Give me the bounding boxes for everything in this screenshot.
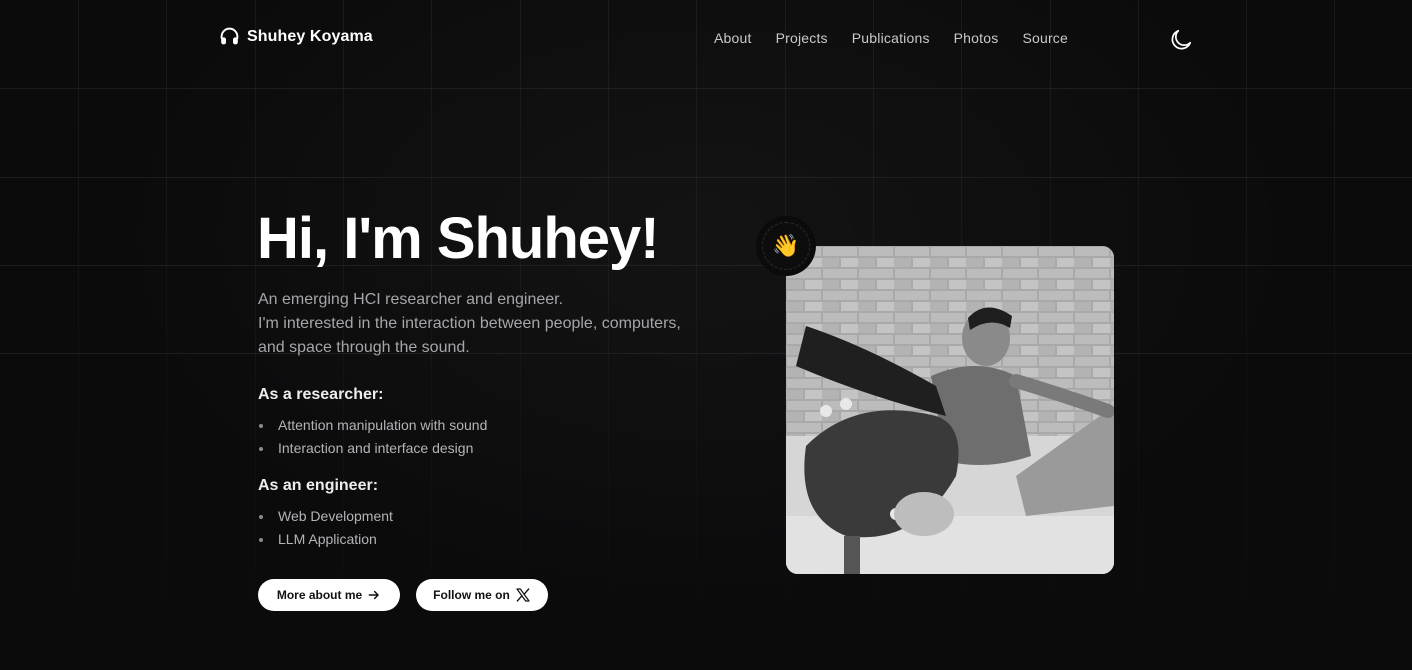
nav-about[interactable]: About [714, 30, 752, 46]
nav-projects[interactable]: Projects [776, 30, 828, 46]
grid-line [78, 0, 79, 670]
grid-line [1334, 0, 1335, 670]
main-nav: About Projects Publications Photos Sourc… [714, 30, 1068, 46]
grid-line [1138, 0, 1139, 670]
arrow-right-icon [368, 590, 379, 600]
brand-link[interactable]: Shuhey Koyama [219, 26, 373, 47]
page: Shuhey Koyama About Projects Publication… [0, 0, 1412, 670]
wave-emoji: 👋 [762, 222, 810, 270]
nav-source[interactable]: Source [1022, 30, 1068, 46]
nav-publications[interactable]: Publications [852, 30, 930, 46]
engineer-list: Web Development LLM Application [258, 505, 393, 551]
nav-photos[interactable]: Photos [954, 30, 999, 46]
list-item: Interaction and interface design [258, 437, 487, 460]
more-about-me-button[interactable]: More about me [258, 579, 400, 611]
list-item: Attention manipulation with sound [258, 414, 487, 437]
grid-line [0, 265, 1412, 266]
hero-title: Hi, I'm Shuhey! [257, 206, 660, 271]
intro-line: and space through the sound. [258, 339, 470, 356]
engineer-heading: As an engineer: [258, 477, 379, 494]
wave-badge: 👋 [760, 220, 812, 272]
x-logo-icon [516, 588, 530, 602]
site-header: Shuhey Koyama About Projects Publication… [0, 0, 1412, 80]
follow-label: Follow me on [433, 588, 510, 602]
grid-line [0, 88, 1412, 89]
grid-line [1246, 0, 1247, 670]
brand-name: Shuhey Koyama [247, 27, 373, 45]
headphones-icon [220, 27, 239, 45]
profile-photo-image [786, 246, 1114, 574]
researcher-heading: As a researcher: [258, 386, 384, 403]
intro-text: An emerging HCI researcher and engineer.… [258, 288, 718, 360]
more-about-me-label: More about me [276, 588, 363, 602]
grid-line [166, 0, 167, 670]
follow-on-x-button[interactable]: Follow me on [416, 579, 548, 611]
list-item: LLM Application [258, 528, 393, 551]
moon-icon [1171, 29, 1192, 50]
theme-toggle-button[interactable] [1168, 27, 1194, 53]
researcher-list: Attention manipulation with sound Intera… [258, 414, 487, 460]
grid-line [255, 0, 256, 670]
grid-line [0, 177, 1412, 178]
intro-line: I'm interested in the interaction betwee… [258, 315, 681, 332]
list-item: Web Development [258, 505, 393, 528]
intro-line: An emerging HCI researcher and engineer. [258, 291, 564, 308]
profile-photo [786, 246, 1114, 574]
